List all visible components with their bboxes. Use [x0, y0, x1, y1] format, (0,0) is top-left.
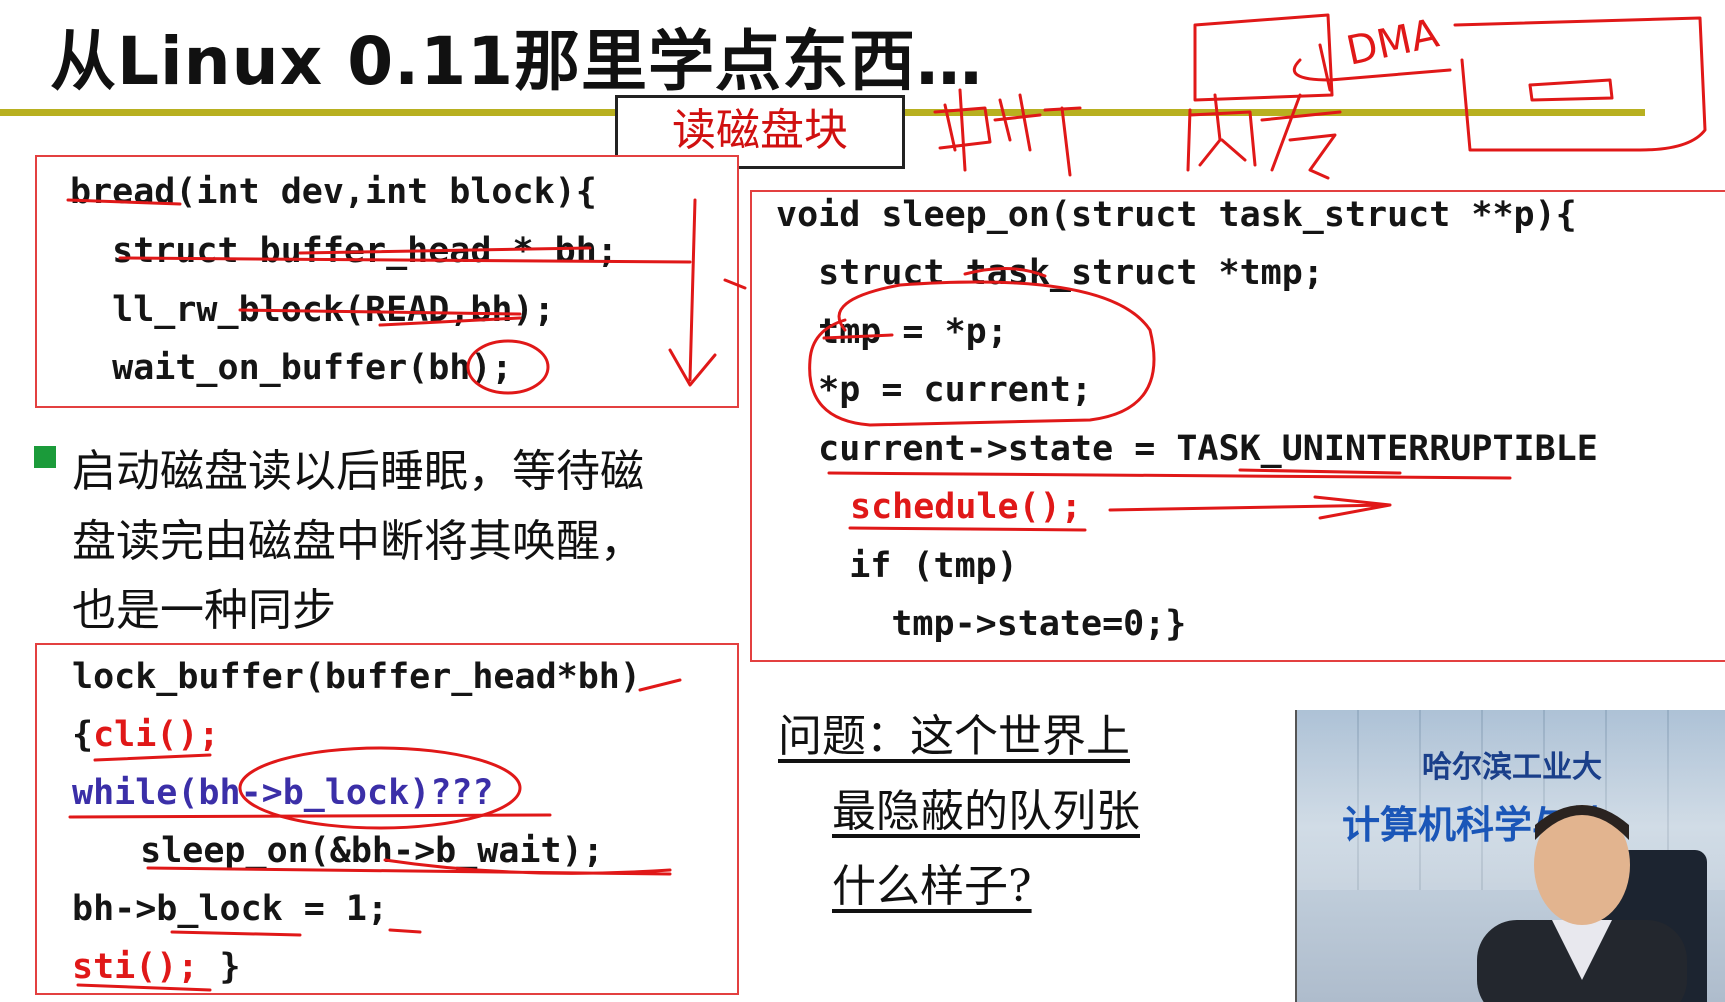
question-line: 问题：这个世界上 — [778, 711, 1130, 762]
code-line: void sleep_on(struct task_struct **p){ — [776, 195, 1577, 235]
lecturer-figure — [1477, 805, 1687, 1002]
code-line: ll_rw_block(READ,bh); — [70, 290, 555, 330]
code-line: current->state = TASK_UNINTERRUPTIBLE — [776, 429, 1598, 469]
code-line: struct task_struct *tmp; — [776, 253, 1324, 293]
bullet-text-line: 也是一种同步 — [72, 585, 336, 636]
code-line: sti(); } — [72, 947, 241, 987]
code-line: sleep_on(&bh->b_wait); — [98, 831, 604, 871]
code-line: while(bh->b_lock)??? — [72, 773, 493, 813]
code-line: if (tmp) — [786, 546, 1018, 586]
dma-arrow — [1292, 58, 1452, 82]
while-condition: (bh->b_lock)??? — [177, 773, 494, 813]
handwriting-dma: DMA — [1343, 10, 1444, 74]
question-line: 最隐蔽的队列张 — [832, 786, 1140, 837]
bullet-marker-icon — [34, 446, 56, 468]
while-keyword: while — [72, 773, 178, 813]
code-brace: { — [72, 715, 94, 755]
schedule-call: schedule(); — [850, 487, 1082, 527]
code-line: bread(int dev,int block){ — [70, 172, 597, 212]
cli-call: cli(); — [93, 715, 220, 755]
sti-call: sti(); — [72, 947, 199, 987]
bullet-text-line: 启动磁盘读以后睡眠，等待磁 — [72, 446, 644, 497]
code-line: wait_on_buffer(bh); — [70, 348, 513, 388]
lecturer-video: 哈尔滨工业大 计算机科学与技 — [1295, 710, 1725, 1002]
code-line: lock_buffer(buffer_head*bh) — [72, 657, 641, 697]
bullet-text-line: 盘读完由磁盘中断将其唤醒， — [72, 516, 644, 567]
code-line: struct buffer_head * bh; — [70, 231, 618, 271]
code-line: *p = current; — [776, 370, 1093, 410]
slide-title: 从Linux 0.11那里学点东西… — [50, 23, 984, 100]
device-box-outline — [1453, 16, 1707, 152]
code-brace: } — [198, 947, 241, 987]
memory-box-outline — [1193, 13, 1334, 102]
handwriting-memory — [1186, 93, 1342, 180]
code-line: bh->b_lock = 1; — [72, 889, 389, 929]
question-line: 什么样子? — [832, 861, 1032, 912]
code-line: tmp = *p; — [776, 312, 1008, 352]
code-line: {cli(); — [72, 715, 220, 755]
code-line: tmp->state=0;} — [786, 604, 1187, 644]
